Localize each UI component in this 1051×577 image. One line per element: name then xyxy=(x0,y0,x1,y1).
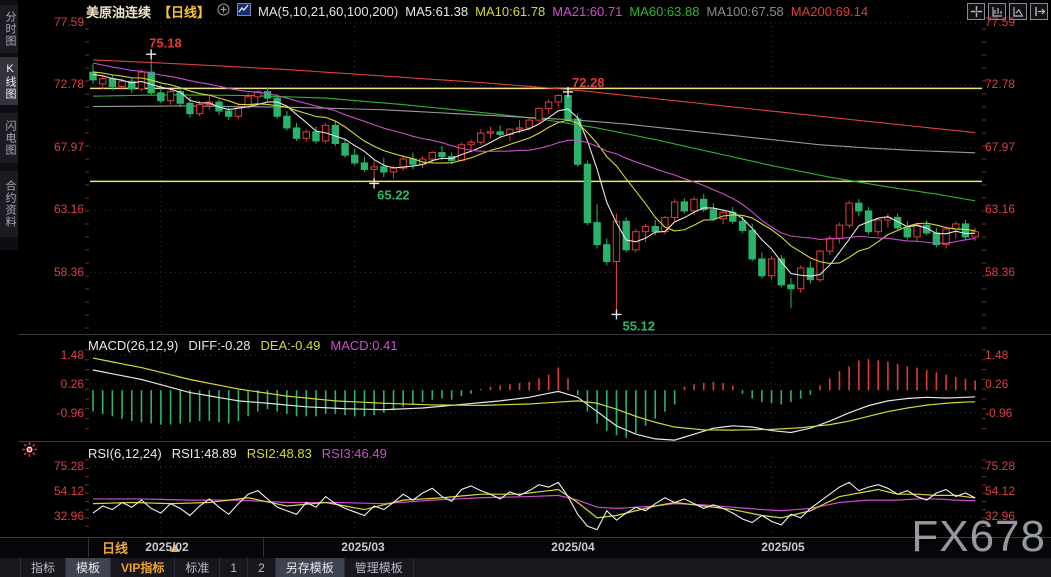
toolbar-item-2[interactable]: 2 xyxy=(248,558,276,577)
toolbar-item-indicator[interactable]: 指标 xyxy=(20,558,67,577)
price-axis-label-right: 63.16 xyxy=(985,202,1016,216)
time-axis-label: 2025/03 xyxy=(341,540,385,554)
price-axis-label-left: 72.78 xyxy=(53,77,84,91)
price-axis-label-left: 63.16 xyxy=(53,202,84,216)
rsi3-value: RSI3:46.49 xyxy=(321,446,387,461)
rsi1-value: RSI1:48.89 xyxy=(171,446,237,461)
left-sidebar: 分时图 K线图 闪电图 合约资料 xyxy=(0,0,18,250)
rsi-axis-label-left: 75.28 xyxy=(53,459,84,473)
rsi-panel-header: RSI(6,12,24) RSI1:48.89 RSI2:48.83 RSI3:… xyxy=(88,446,387,461)
kline-app: 75.18 72.28 65.22 55.12 分时图 K线图 闪电图 合约资料 美原… xyxy=(0,0,1051,577)
svg-text:72.28: 72.28 xyxy=(572,75,605,90)
rsi-axis-label-right: 75.28 xyxy=(985,459,1016,473)
toolbar-item-save-template[interactable]: 另存模板 xyxy=(275,558,345,577)
time-axis-label: 2025/04 xyxy=(551,540,595,554)
price-axis-label-left: 77.59 xyxy=(53,15,84,29)
macd-axis-label-right: 0.26 xyxy=(985,377,1009,391)
price-axis-label-right: 77.59 xyxy=(985,15,1016,29)
settings-circle-icon[interactable] xyxy=(217,3,230,19)
macd-diff-value: DIFF:-0.28 xyxy=(188,338,251,353)
sidebar-item-label: K线图 xyxy=(4,62,16,100)
macd-axis-label-right: 1.48 xyxy=(985,348,1009,362)
price-axis-label-left: 58.36 xyxy=(53,265,84,279)
macd-axis-label-right: -0.96 xyxy=(985,406,1013,420)
rsi-axis-label-left: 32.96 xyxy=(53,509,84,523)
ma100-value: MA100:67.58 xyxy=(706,3,784,19)
period-label[interactable]: 【日线】 xyxy=(158,2,210,21)
price-axis-label-right: 72.78 xyxy=(985,77,1016,91)
mini-chart-icon[interactable] xyxy=(237,3,252,19)
ma5-value: MA5:61.38 xyxy=(405,3,469,19)
svg-text:75.18: 75.18 xyxy=(149,35,182,50)
sidebar-item-label: 合约资料 xyxy=(4,180,16,228)
crosshair-icon[interactable] xyxy=(967,3,985,20)
toolbar-item-template[interactable]: 模板 xyxy=(66,558,112,577)
macd-title[interactable]: MACD(26,12,9) xyxy=(88,338,178,353)
time-axis-label: 2025/02 xyxy=(145,540,189,554)
time-axis-row: 日线 2025/02 2025/03 2025/04 2025/05 xyxy=(0,537,1051,559)
period-selector-label: 日线 xyxy=(102,541,129,556)
sidebar-item-kline-chart[interactable]: K线图 xyxy=(0,57,18,105)
macd-axis-label-left: 0.26 xyxy=(60,377,84,391)
macd-dea-value: DEA:-0.49 xyxy=(260,338,321,353)
toolbar-item-standard[interactable]: 标准 xyxy=(175,558,221,577)
sidebar-item-contract-info[interactable]: 合约资料 xyxy=(0,171,18,237)
ma-settings-label[interactable]: MA(5,10,21,60,100,200) xyxy=(258,4,398,19)
sidebar-item-label: 分时图 xyxy=(4,11,16,47)
macd-axis-label-left: 1.48 xyxy=(60,348,84,362)
svg-text:55.12: 55.12 xyxy=(622,318,655,333)
ma60-value: MA60:63.88 xyxy=(629,3,700,19)
price-axis-label-right: 67.97 xyxy=(985,140,1016,154)
bottom-toolbar: 指标 模板 VIP指标 标准 1 2 另存模板 管理模板 xyxy=(0,558,1051,577)
rsi-axis-label-right: 54.12 xyxy=(985,484,1016,498)
candlestick-chart-canvas[interactable]: 75.18 72.28 65.22 55.12 xyxy=(0,0,1051,577)
fx678-watermark: FX678 xyxy=(911,512,1046,561)
macd-value: MACD:0.41 xyxy=(330,338,398,353)
instrument-title: 美原油连续 xyxy=(86,4,152,20)
toolbar-item-vip-indicator[interactable]: VIP指标 xyxy=(111,558,176,577)
svg-text:65.22: 65.22 xyxy=(377,187,410,202)
toolbar-item-1[interactable]: 1 xyxy=(220,558,249,577)
time-axis-label: 2025/05 xyxy=(761,540,805,554)
sidebar-item-time-chart[interactable]: 分时图 xyxy=(0,5,18,53)
ma200-value: MA200:69.14 xyxy=(790,3,869,19)
chart-header: 美原油连续 【日线】 MA(5,10,21,60,100,200) MA5:61… xyxy=(86,2,868,20)
ma10-value: MA10:61.78 xyxy=(475,3,546,19)
ma21-value: MA21:60.71 xyxy=(552,3,623,19)
toolbar-item-manage-template[interactable]: 管理模板 xyxy=(345,558,414,577)
rsi2-value: RSI2:48.83 xyxy=(246,446,312,461)
price-axis-label-right: 58.36 xyxy=(985,265,1016,279)
macd-axis-label-left: -0.96 xyxy=(56,406,84,420)
sidebar-item-label: 闪电图 xyxy=(4,120,16,156)
rsi-title[interactable]: RSI(6,12,24) xyxy=(88,446,162,461)
macd-panel-header: MACD(26,12,9) DIFF:-0.28 DEA:-0.49 MACD:… xyxy=(88,338,398,353)
sidebar-item-flash-chart[interactable]: 闪电图 xyxy=(0,113,18,163)
price-axis-label-left: 67.97 xyxy=(53,140,84,154)
rsi-axis-label-left: 54.12 xyxy=(53,484,84,498)
